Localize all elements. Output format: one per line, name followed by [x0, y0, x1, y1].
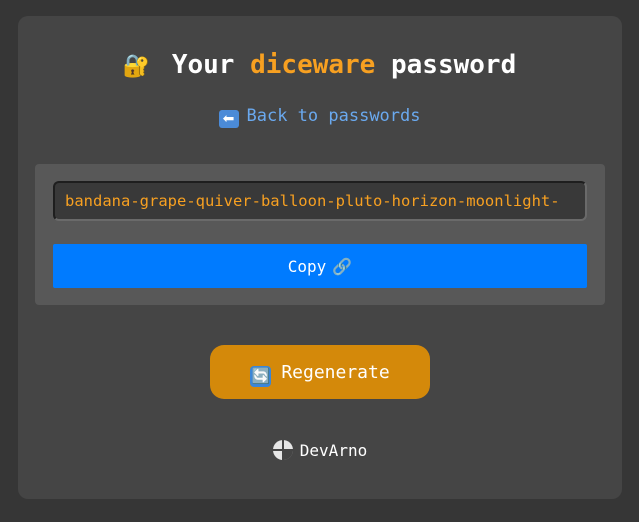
footer-brand-label: DevArno — [299, 441, 368, 460]
title-prefix: Your — [171, 50, 235, 80]
page-title: 🔐 Your diceware password — [0, 50, 639, 80]
devarno-logo-icon — [272, 440, 293, 460]
back-to-passwords-link[interactable]: ⬅ Back to passwords — [0, 106, 639, 128]
title-suffix: password — [391, 50, 517, 80]
copy-button[interactable]: Copy 🔗 — [53, 244, 587, 288]
link-icon: 🔗 — [332, 257, 353, 276]
regenerate-button-label: Regenerate — [281, 362, 390, 383]
title-accent: diceware — [250, 50, 376, 80]
password-field[interactable] — [53, 181, 587, 221]
back-link-label: Back to passwords — [246, 106, 421, 126]
copy-button-label: Copy — [287, 257, 327, 276]
back-arrow-icon: ⬅ — [218, 110, 239, 128]
footer-brand[interactable]: DevArno — [0, 439, 639, 461]
refresh-icon: 🔄 — [250, 366, 272, 387]
regenerate-button[interactable]: 🔄 Regenerate — [210, 345, 430, 399]
lock-key-icon: 🔐 — [122, 54, 151, 79]
